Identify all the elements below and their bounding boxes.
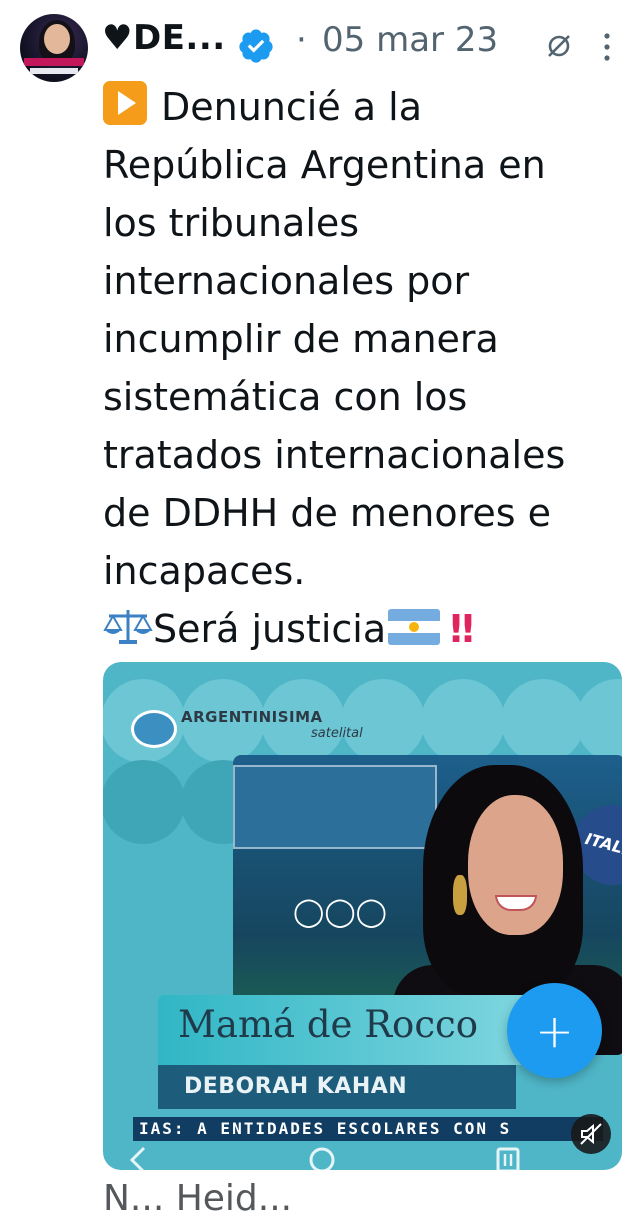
tweet-line-7: tratados internacionales — [103, 433, 566, 477]
compose-tweet-button[interactable]: + — [507, 983, 602, 1078]
verified-badge-icon — [239, 29, 273, 63]
lower-third-title: Mamá de Rocco — [158, 995, 530, 1065]
double-exclamation-emoji-icon: ‼ — [450, 607, 474, 651]
caption-name: DEBORAH KAHAN — [184, 1074, 408, 1099]
play-button-emoji-icon — [103, 81, 147, 125]
channel-logo-icon — [131, 710, 177, 748]
avatar-banner — [24, 58, 84, 66]
date-separator: · — [296, 20, 307, 60]
ticker-text: IAS: A ENTIDADES ESCOLARES CON S — [139, 1119, 512, 1138]
avatar-caption — [30, 68, 78, 74]
caption-title: Mamá de Rocco — [178, 1003, 479, 1046]
channel-subtitle: satelital — [311, 726, 363, 741]
tweet-line-10: Será justicia ‼ — [103, 600, 633, 658]
grok-icon[interactable] — [545, 32, 573, 60]
tweet-line-9: incapaces. — [103, 549, 306, 593]
back-nav-icon[interactable] — [118, 1140, 158, 1180]
lower-third-name: DEBORAH KAHAN — [158, 1065, 516, 1109]
volume-muted-icon[interactable] — [571, 1114, 611, 1154]
presenter-earring — [453, 875, 467, 915]
channel-logo: ARGENTINISIMA satelital — [131, 704, 381, 748]
argentina-flag-emoji-icon — [388, 609, 441, 645]
news-ticker: IAS: A ENTIDADES ESCOLARES CON S — [133, 1117, 603, 1141]
tweet-line-1: Denuncié a la — [103, 78, 633, 136]
tweet-line-4: internacionales por — [103, 259, 470, 303]
presenter-face — [468, 795, 563, 935]
next-tweet-preview: N... Heid... — [103, 1178, 293, 1219]
tweet-line-3: los tribunales — [103, 201, 360, 245]
tweet-text: Denuncié a la República Argentina en los… — [103, 78, 633, 658]
home-nav-icon[interactable] — [302, 1140, 342, 1180]
tweet-line-2: República Argentina en — [103, 143, 546, 187]
olympic-rings-icon: ◯◯◯ — [293, 895, 388, 928]
tennis-court-graphic — [233, 765, 437, 849]
balance-scale-emoji-icon — [103, 610, 153, 644]
author-avatar[interactable] — [20, 14, 88, 82]
tweet-line-5: incumplir de manera — [103, 317, 499, 361]
tweet-media-video[interactable]: ◯◯◯ ITALIA ARGENTINISIMA satelital Mamá … — [103, 662, 622, 1170]
tweet-line-6: sistemática con los — [103, 375, 468, 419]
channel-name: ARGENTINISIMA — [181, 708, 323, 726]
avatar-face — [44, 24, 70, 54]
author-name[interactable]: ♥DE... — [102, 18, 226, 58]
tweet-line-8: de DDHH de menores e — [103, 491, 552, 535]
recents-nav-icon[interactable] — [488, 1140, 528, 1180]
tweet-date[interactable]: 05 mar 23 — [322, 20, 498, 60]
more-options-icon[interactable] — [600, 30, 614, 64]
